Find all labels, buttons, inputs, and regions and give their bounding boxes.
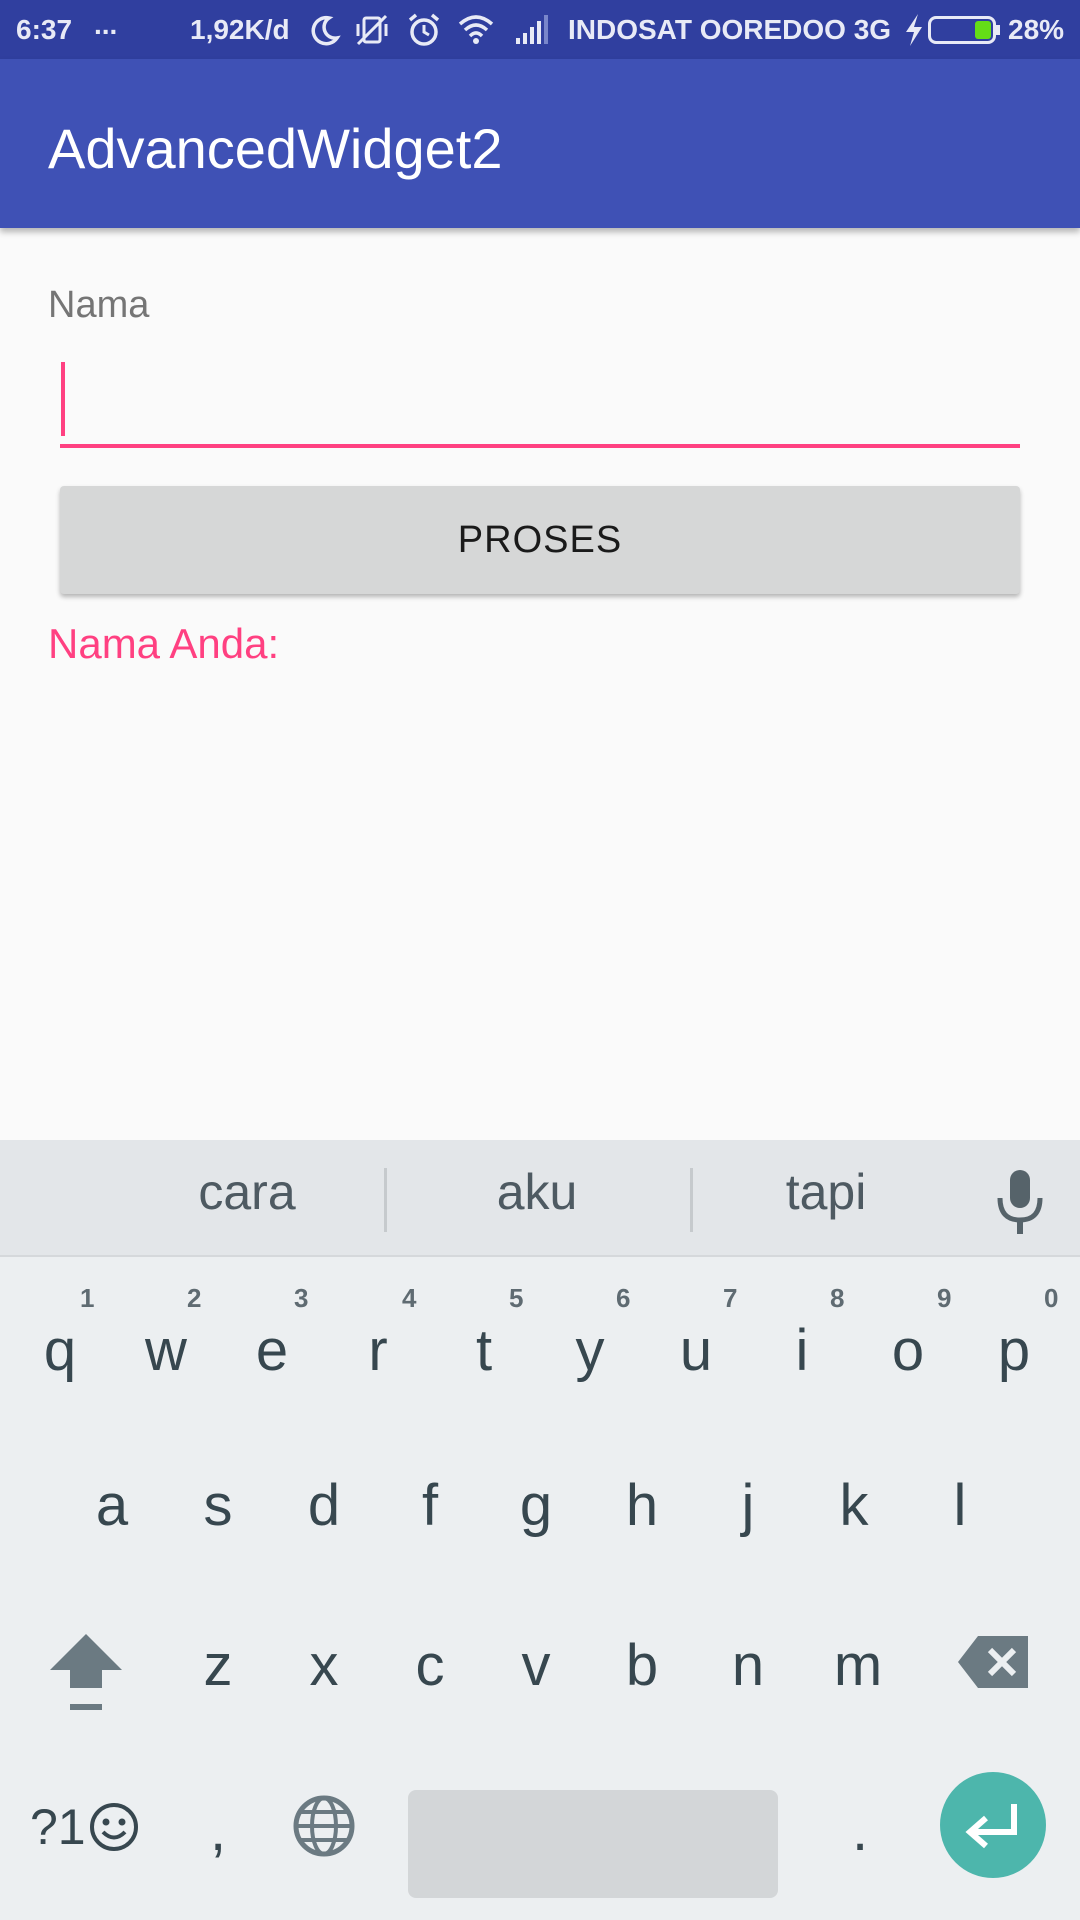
enter-icon bbox=[965, 1804, 1017, 1849]
emoji-icon bbox=[89, 1803, 138, 1851]
key-q[interactable]: q bbox=[10, 1285, 110, 1415]
key-g[interactable]: g bbox=[486, 1440, 586, 1570]
key-x[interactable]: x bbox=[274, 1600, 374, 1730]
key-f[interactable]: f bbox=[380, 1440, 480, 1570]
key-m[interactable]: m bbox=[808, 1600, 908, 1730]
name-input[interactable] bbox=[60, 356, 1020, 448]
shift-icon[interactable] bbox=[48, 1630, 124, 1714]
microphone-icon[interactable] bbox=[990, 1168, 1050, 1238]
status-bar: 6:37 ... 1,92K/d INDOSAT OOREDOO 3G 28% bbox=[0, 0, 1080, 59]
backspace-icon[interactable] bbox=[956, 1634, 1030, 1690]
app-bar: AdvancedWidget2 bbox=[0, 59, 1080, 228]
battery-icon bbox=[928, 16, 1000, 44]
key-l[interactable]: l bbox=[910, 1440, 1010, 1570]
key-b[interactable]: b bbox=[592, 1600, 692, 1730]
symbols-key[interactable]: ?1 bbox=[30, 1792, 140, 1862]
key-z[interactable]: z bbox=[168, 1600, 268, 1730]
key-h[interactable]: h bbox=[592, 1440, 692, 1570]
key-hint: 2 bbox=[187, 1283, 202, 1313]
symbols-key-label: ?1 bbox=[30, 1799, 86, 1855]
suggestion-divider bbox=[384, 1168, 387, 1232]
key-hint: 1 bbox=[80, 1283, 95, 1313]
suggestion-bar: cara aku tapi bbox=[0, 1140, 1080, 1257]
key-s[interactable]: s bbox=[168, 1440, 268, 1570]
wifi-icon bbox=[458, 15, 494, 44]
status-time: 6:37 bbox=[16, 14, 73, 45]
key-d[interactable]: d bbox=[274, 1440, 374, 1570]
suggestion-2[interactable]: aku bbox=[407, 1162, 667, 1222]
alarm-icon bbox=[408, 13, 440, 46]
status-more-indicator: ... bbox=[94, 9, 118, 40]
name-label: Nama bbox=[48, 284, 150, 326]
key-a[interactable]: a bbox=[62, 1440, 162, 1570]
key-hint: 4 bbox=[402, 1283, 417, 1313]
key-hint: 6 bbox=[616, 1283, 631, 1313]
key-k[interactable]: k bbox=[804, 1440, 904, 1570]
key-j[interactable]: j bbox=[698, 1440, 798, 1570]
vibrate-off-icon bbox=[356, 14, 388, 46]
space-bar[interactable] bbox=[408, 1790, 778, 1898]
app-title: AdvancedWidget2 bbox=[48, 117, 503, 180]
network-speed: 1,92K/d bbox=[190, 14, 290, 45]
globe-icon[interactable] bbox=[292, 1794, 356, 1858]
result-label: Nama Anda: bbox=[48, 620, 280, 667]
key-hint: 9 bbox=[937, 1283, 952, 1313]
enter-key[interactable] bbox=[940, 1772, 1046, 1878]
key-hint: 3 bbox=[294, 1283, 309, 1313]
period-key[interactable]: . bbox=[810, 1765, 910, 1895]
key-n[interactable]: n bbox=[698, 1600, 798, 1730]
key-hint: 5 bbox=[509, 1283, 524, 1313]
comma-key[interactable]: , bbox=[168, 1765, 268, 1895]
proses-button[interactable]: PROSES bbox=[60, 486, 1020, 594]
suggestion-3[interactable]: tapi bbox=[696, 1162, 956, 1222]
key-hint: 8 bbox=[830, 1283, 845, 1313]
battery-percent: 28% bbox=[1008, 14, 1065, 45]
key-hint: 0 bbox=[1044, 1283, 1059, 1313]
moon-icon bbox=[311, 15, 341, 46]
carrier-name: INDOSAT OOREDOO 3G bbox=[568, 14, 892, 45]
suggestion-divider bbox=[690, 1168, 693, 1232]
key-c[interactable]: c bbox=[380, 1600, 480, 1730]
suggestion-1[interactable]: cara bbox=[117, 1162, 377, 1222]
key-v[interactable]: v bbox=[486, 1600, 586, 1730]
text-cursor bbox=[61, 362, 65, 436]
signal-icon bbox=[516, 15, 548, 44]
key-hint: 7 bbox=[723, 1283, 738, 1313]
